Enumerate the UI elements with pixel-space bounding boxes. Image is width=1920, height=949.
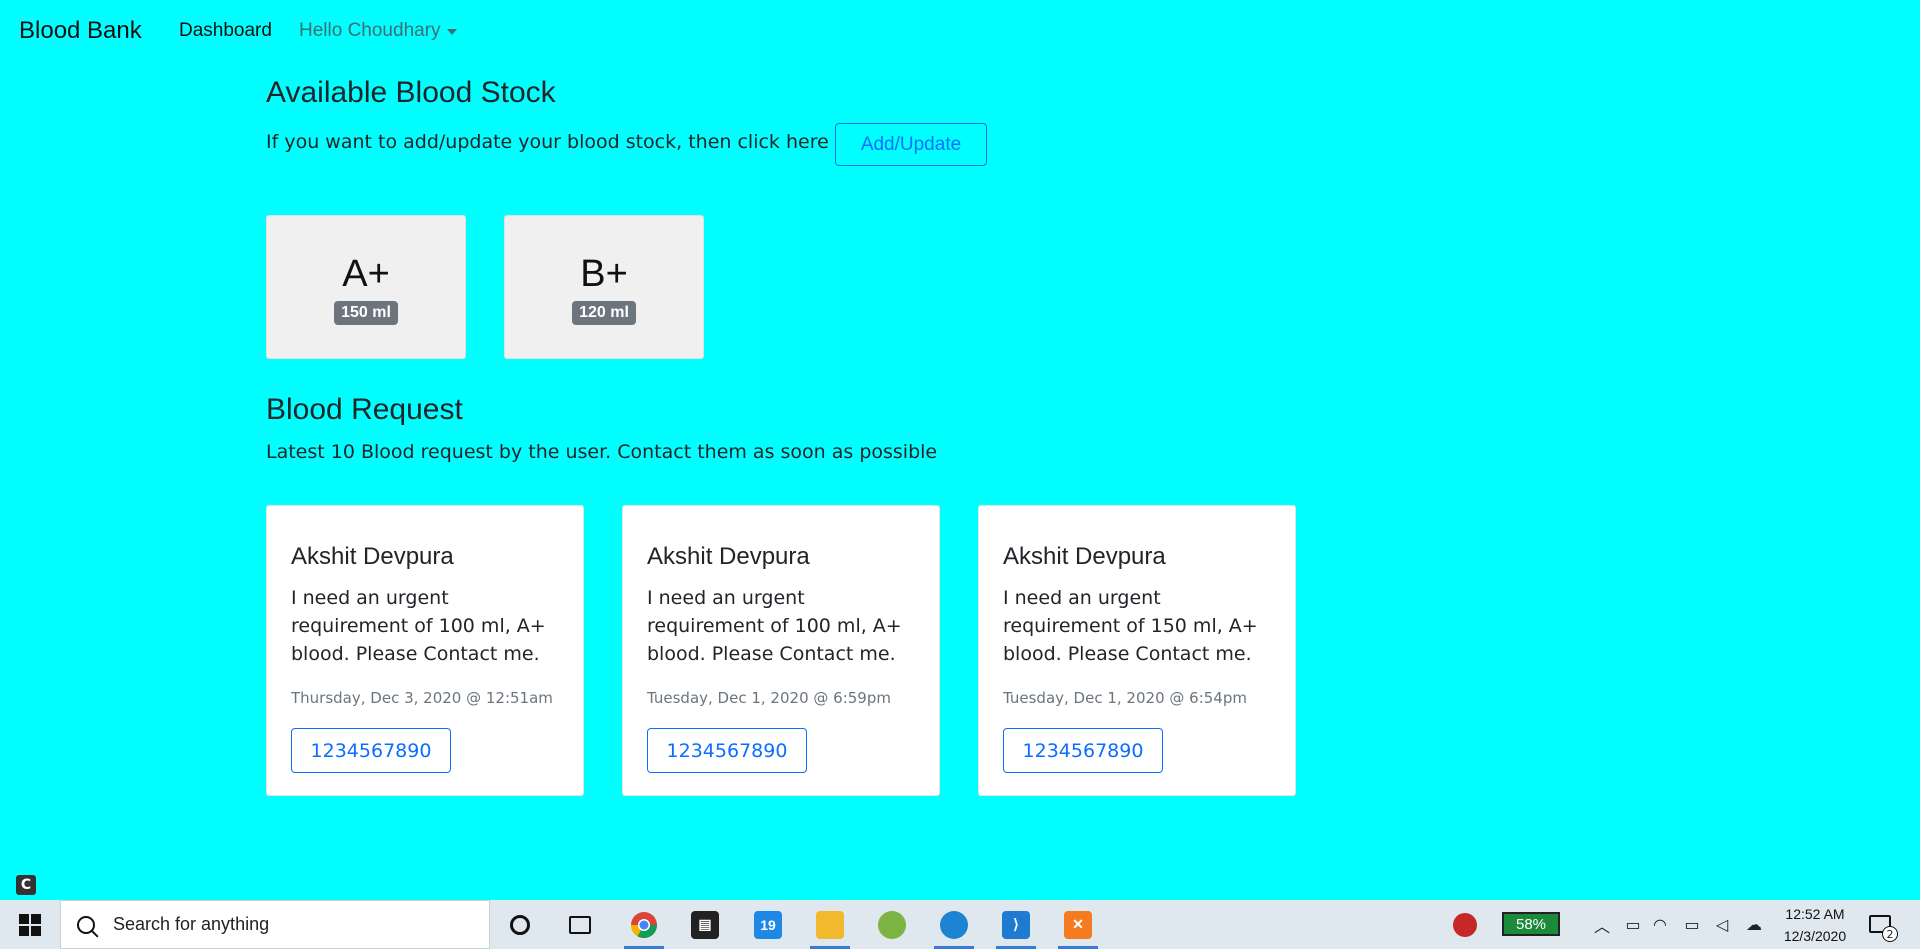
taskbar-search-box[interactable]: Search for anything (60, 900, 490, 949)
stock-amount-badge: 120 ml (572, 301, 636, 325)
stock-description: If you want to add/update your blood sto… (266, 131, 829, 153)
antivirus-icon (1453, 912, 1477, 937)
taskbar-app-xampp[interactable]: ✕ (1050, 900, 1106, 949)
battery-icon: ▭ (1684, 915, 1700, 934)
phone-button[interactable]: 1234567890 (1003, 728, 1163, 773)
start-button[interactable] (0, 900, 60, 949)
tray-antivirus[interactable] (1450, 900, 1480, 949)
request-card: Akshit Devpura I need an urgent requirem… (978, 505, 1296, 796)
battery-indicator[interactable]: 58% (1502, 912, 1560, 936)
taskbar-app-store[interactable]: ▤ (677, 900, 733, 949)
taskbar-clock[interactable]: 12:52 AM 12/3/2020 (1770, 903, 1860, 947)
tray-meet[interactable]: ▭ (1622, 900, 1644, 949)
cortana-icon (510, 914, 530, 935)
stock-card-a-plus: A+ 150 ml (266, 215, 466, 359)
requester-name: Akshit Devpura (291, 543, 454, 570)
corner-app-icon[interactable]: C (16, 875, 36, 895)
cloud-icon: ☁ (1746, 915, 1762, 934)
notification-count: 2 (1882, 926, 1898, 942)
calendar-19-icon: 19 (754, 910, 782, 939)
request-card: Akshit Devpura I need an urgent requirem… (622, 505, 940, 796)
request-heading: Blood Request (266, 393, 463, 426)
task-view-button[interactable] (552, 900, 608, 949)
request-date: Tuesday, Dec 1, 2020 @ 6:59pm (647, 689, 891, 707)
taskbar: Search for anything ▤ 19 ⟩ ✕ ︿ ▭ ◠ ▭ ◁ ☁ (0, 900, 1920, 949)
search-icon (77, 915, 95, 934)
tray-battery[interactable]: ▭ (1680, 900, 1704, 949)
tray-network[interactable]: ◠ (1648, 900, 1672, 949)
windows-logo-icon (19, 913, 41, 936)
nav-dashboard-link[interactable]: Dashboard (179, 20, 272, 42)
user-menu-label: Hello Choudhary (299, 20, 441, 41)
requester-name: Akshit Devpura (1003, 543, 1166, 570)
taskbar-app-file-explorer[interactable] (802, 900, 858, 949)
store-icon: ▤ (691, 910, 719, 939)
request-date: Thursday, Dec 3, 2020 @ 12:51am (291, 689, 553, 707)
tray-onedrive[interactable]: ☁ (1742, 900, 1766, 949)
wifi-icon: ◠ (1653, 915, 1667, 934)
request-card: Akshit Devpura I need an urgent requirem… (266, 505, 584, 796)
clock-date: 12/3/2020 (1783, 928, 1847, 944)
search-placeholder: Search for anything (113, 914, 270, 934)
stock-heading: Available Blood Stock (266, 76, 556, 109)
request-date: Tuesday, Dec 1, 2020 @ 6:54pm (1003, 689, 1247, 707)
stock-card-b-plus: B+ 120 ml (504, 215, 704, 359)
request-message: I need an urgent requirement of 100 ml, … (647, 587, 902, 665)
phone-button[interactable]: 1234567890 (647, 728, 807, 773)
request-message: I need an urgent requirement of 100 ml, … (291, 587, 546, 665)
chevron-up-icon: ︿ (1593, 916, 1610, 936)
taskbar-app-chrome[interactable] (616, 900, 672, 949)
blood-group-label: A+ (342, 253, 390, 295)
android-studio-icon (878, 910, 906, 939)
blood-group-label: B+ (580, 253, 628, 295)
chrome-icon (630, 911, 658, 938)
meet-now-icon: ▭ (1625, 915, 1641, 934)
navbar: Blood Bank Dashboard Hello Choudhary (0, 0, 1920, 64)
caret-down-icon (446, 29, 457, 35)
tray-volume[interactable]: ◁ (1710, 900, 1734, 949)
cortana-button[interactable] (492, 900, 548, 949)
taskbar-app-android-studio[interactable] (864, 900, 920, 949)
user-menu-dropdown[interactable]: Hello Choudhary (299, 20, 457, 42)
clock-time: 12:52 AM (1785, 906, 1845, 922)
stock-amount-badge: 150 ml (334, 301, 398, 325)
taskbar-app-calendar[interactable]: 19 (740, 900, 796, 949)
brand-link[interactable]: Blood Bank (19, 17, 142, 45)
xampp-icon: ✕ (1064, 910, 1092, 939)
volume-icon: ◁ (1715, 915, 1729, 934)
edge-icon (940, 910, 968, 939)
taskbar-app-edge[interactable] (926, 900, 982, 949)
vscode-icon: ⟩ (1002, 910, 1030, 939)
notification-center-button[interactable]: 2 (1866, 910, 1898, 942)
request-description: Latest 10 Blood request by the user. Con… (266, 441, 938, 463)
tray-show-hidden[interactable]: ︿ (1590, 900, 1614, 949)
requester-name: Akshit Devpura (647, 543, 810, 570)
request-message: I need an urgent requirement of 150 ml, … (1003, 587, 1258, 665)
phone-button[interactable]: 1234567890 (291, 728, 451, 773)
file-explorer-icon (816, 910, 844, 939)
taskbar-app-vscode[interactable]: ⟩ (988, 900, 1044, 949)
task-view-icon (569, 915, 591, 934)
add-update-button[interactable]: Add/Update (835, 123, 987, 166)
